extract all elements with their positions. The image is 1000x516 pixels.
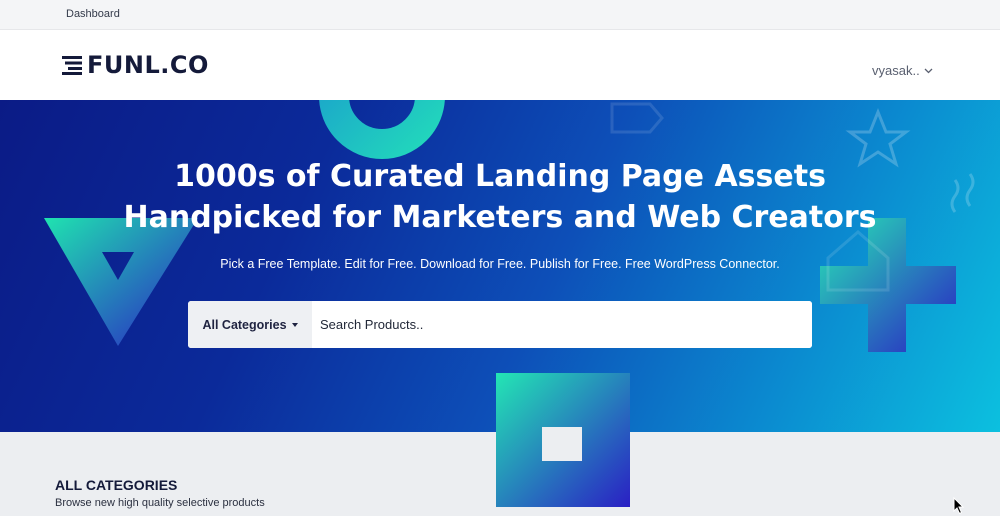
category-dropdown-label: All Categories [202, 317, 287, 332]
ring-shape [319, 100, 445, 159]
chevron-down-icon [924, 68, 933, 73]
caret-down-icon [291, 323, 298, 327]
category-dropdown[interactable]: All Categories [188, 301, 312, 348]
hero-subtitle: Pick a Free Template. Edit for Free. Dow… [220, 257, 780, 271]
user-menu-label: vyasak.. [872, 63, 920, 78]
navbar: FUNL.CO vyasak.. [0, 30, 1000, 100]
user-menu[interactable]: vyasak.. [872, 63, 933, 78]
dashboard-link[interactable]: Dashboard [66, 8, 120, 20]
hero-title-line1: 1000s of Curated Landing Page Assets [174, 159, 826, 194]
categories-subtitle: Browse new high quality selective produc… [55, 497, 265, 509]
square-shape [496, 373, 630, 507]
categories-title: ALL CATEGORIES [55, 477, 178, 493]
search-input[interactable] [312, 301, 812, 348]
logo-lines-icon [62, 56, 82, 75]
search-bar: All Categories [188, 301, 812, 348]
tag-outline-icon [610, 102, 664, 134]
mouse-cursor-icon [953, 497, 965, 515]
top-strip: Dashboard [0, 0, 1000, 30]
logo[interactable]: FUNL.CO [62, 50, 209, 80]
hero-title-line2: Handpicked for Marketers and Web Creator… [123, 200, 877, 235]
logo-text: FUNL.CO [87, 51, 209, 79]
